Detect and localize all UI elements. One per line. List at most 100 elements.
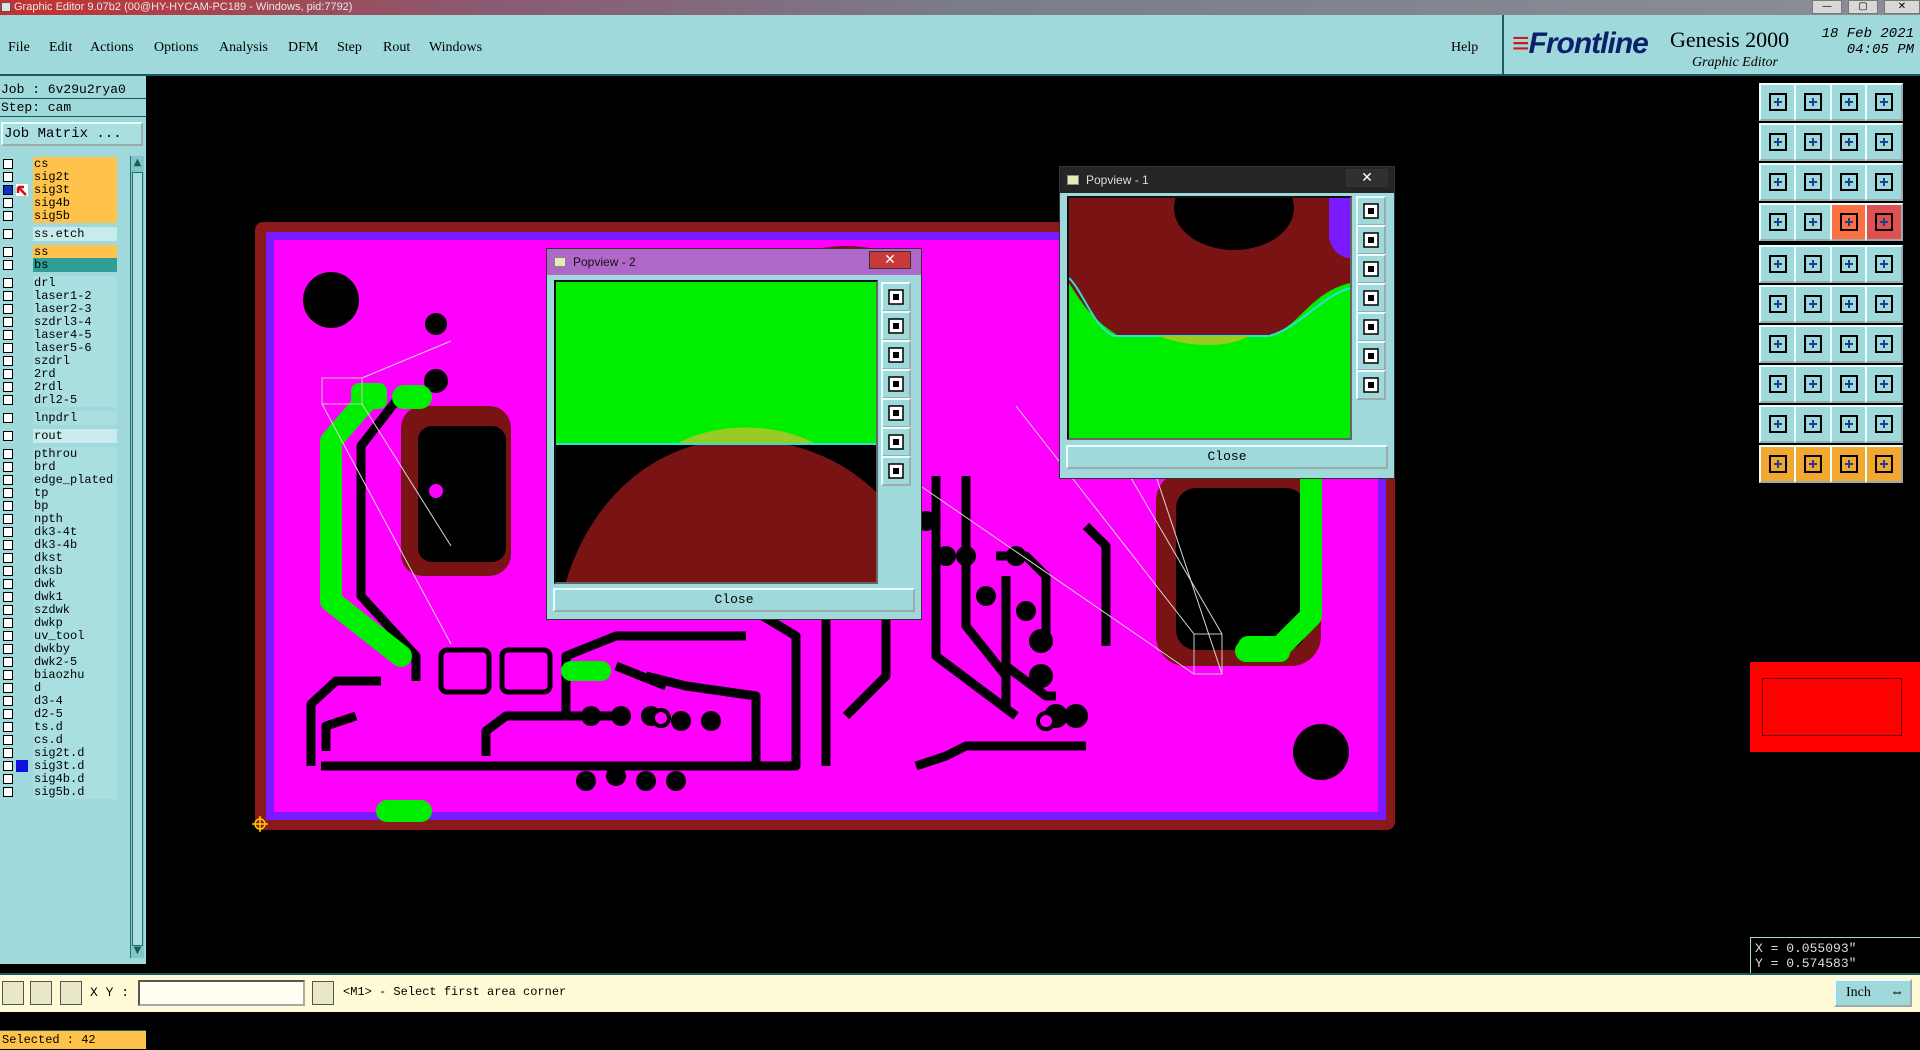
- menu-edit[interactable]: Edit: [49, 40, 72, 56]
- layer-checkbox[interactable]: [3, 304, 13, 314]
- snap-icon[interactable]: [1759, 203, 1797, 241]
- layers-display-icon[interactable]: [1830, 203, 1868, 241]
- menu-rout[interactable]: Rout: [383, 40, 410, 56]
- line-style-icon[interactable]: [1830, 245, 1868, 283]
- layer-name[interactable]: sig5b: [33, 209, 117, 223]
- menu-dfm[interactable]: DFM: [288, 40, 318, 56]
- close-window-button[interactable]: ✕: [1884, 0, 1920, 14]
- fit-selection-icon[interactable]: [881, 456, 911, 486]
- shape-a-icon[interactable]: [1830, 405, 1868, 443]
- pan-icon[interactable]: [1356, 283, 1386, 313]
- zoom-fit-icon[interactable]: [1356, 196, 1386, 226]
- arc-icon[interactable]: [1794, 245, 1832, 283]
- break-icon[interactable]: [1759, 365, 1797, 403]
- layer-checkbox[interactable]: [3, 657, 13, 667]
- scroll-tool-icon[interactable]: [1865, 83, 1903, 121]
- cross-icon[interactable]: [1830, 365, 1868, 403]
- layer-checkbox[interactable]: [3, 540, 13, 550]
- layer-checkbox[interactable]: [3, 475, 13, 485]
- layer-row[interactable]: drl2-5: [0, 392, 128, 408]
- layer-checkbox[interactable]: [3, 683, 13, 693]
- menu-analysis[interactable]: Analysis: [219, 40, 268, 56]
- zoom-in-icon[interactable]: [881, 311, 911, 341]
- layer-checkbox[interactable]: [3, 317, 13, 327]
- fit-selection-icon[interactable]: [1356, 370, 1386, 400]
- pan-icon[interactable]: [881, 369, 911, 399]
- center-icon[interactable]: [881, 398, 911, 428]
- center-icon[interactable]: [1794, 163, 1832, 201]
- pan-left-icon[interactable]: [1759, 123, 1797, 161]
- menu-actions[interactable]: Actions: [90, 40, 134, 56]
- zoom-out-icon[interactable]: [881, 340, 911, 370]
- layer-name[interactable]: lnpdrl: [33, 411, 117, 425]
- layer-checkbox[interactable]: [3, 413, 13, 423]
- layer-checkbox[interactable]: [3, 722, 13, 732]
- cross-icon[interactable]: [881, 427, 911, 457]
- layer-checkbox[interactable]: [3, 462, 13, 472]
- layer-checkbox[interactable]: [3, 185, 13, 195]
- info-icon[interactable]: [312, 981, 334, 1005]
- layer-checkbox[interactable]: [3, 592, 13, 602]
- zoom-out-icon[interactable]: [1794, 83, 1832, 121]
- menu-file[interactable]: File: [8, 40, 30, 56]
- measure-icon[interactable]: [30, 981, 52, 1005]
- layer-row[interactable]: lnpdrl: [0, 410, 128, 426]
- layer-name[interactable]: bs: [33, 258, 117, 272]
- popview-2-viewport[interactable]: [554, 280, 878, 584]
- layer-checkbox[interactable]: [3, 553, 13, 563]
- popview-2-titlebar[interactable]: Popview - 2 ✕: [547, 249, 921, 275]
- layer-checkbox[interactable]: [3, 514, 13, 524]
- layer-row[interactable]: sig5b: [0, 208, 128, 224]
- layer-checkbox[interactable]: [3, 735, 13, 745]
- grid-icon[interactable]: [60, 981, 82, 1005]
- layer-name[interactable]: drl2-5: [33, 393, 117, 407]
- job-matrix-button[interactable]: Job Matrix ...: [1, 122, 143, 146]
- layer-checkbox[interactable]: [3, 774, 13, 784]
- menu-help[interactable]: Help: [1451, 40, 1478, 56]
- pointer-multi-icon[interactable]: [1865, 445, 1903, 483]
- scroll-down-icon[interactable]: ▼: [131, 944, 144, 958]
- layer-checkbox[interactable]: [3, 260, 13, 270]
- layer-checkbox[interactable]: [3, 159, 13, 169]
- rotate-icon[interactable]: [1830, 325, 1868, 363]
- arrow-tool-icon[interactable]: [2, 981, 24, 1005]
- fit-width-icon[interactable]: [1830, 123, 1868, 161]
- popview-1-close-button[interactable]: Close: [1066, 445, 1388, 469]
- layer-row[interactable]: ss.etch: [0, 226, 128, 242]
- layer-checkbox[interactable]: [3, 229, 13, 239]
- popview-1-viewport[interactable]: [1067, 196, 1352, 440]
- popview-2-close-button[interactable]: Close: [553, 588, 915, 612]
- layer-checkbox[interactable]: [3, 787, 13, 797]
- layer-checkbox[interactable]: [3, 696, 13, 706]
- layer-checkbox[interactable]: [3, 211, 13, 221]
- copy-icon[interactable]: [1865, 365, 1903, 403]
- node-icon[interactable]: [1759, 285, 1797, 323]
- layer-checkbox[interactable]: [3, 356, 13, 366]
- menu-step[interactable]: Step: [337, 40, 362, 56]
- add-node-icon[interactable]: [1865, 285, 1903, 323]
- pan-right-icon[interactable]: [1794, 123, 1832, 161]
- triangle-open-icon[interactable]: [1794, 405, 1832, 443]
- layer-checkbox[interactable]: [3, 670, 13, 680]
- layer-checkbox[interactable]: [3, 488, 13, 498]
- menu-windows[interactable]: Windows: [429, 40, 482, 56]
- shape-b-icon[interactable]: [1865, 405, 1903, 443]
- redraw-icon[interactable]: [1865, 123, 1903, 161]
- layer-checkbox[interactable]: [3, 431, 13, 441]
- layer-checkbox[interactable]: [3, 369, 13, 379]
- layer-checkbox[interactable]: [3, 247, 13, 257]
- graphic-canvas[interactable]: [146, 76, 1748, 973]
- home-icon[interactable]: [1830, 83, 1868, 121]
- layer-checkbox[interactable]: [3, 330, 13, 340]
- triangle-icon[interactable]: [1759, 405, 1797, 443]
- layer-checkbox[interactable]: [3, 579, 13, 589]
- segment-icon[interactable]: [1794, 365, 1832, 403]
- layer-checkbox[interactable]: [3, 198, 13, 208]
- layer-name[interactable]: rout: [33, 429, 117, 443]
- layer-checkbox[interactable]: [3, 343, 13, 353]
- overview-preview[interactable]: [1750, 662, 1920, 752]
- layer-scrollbar[interactable]: ▲ ▼: [130, 156, 144, 958]
- pcb-board-view[interactable]: [146, 76, 1748, 973]
- zoom-in-icon[interactable]: [1759, 83, 1797, 121]
- layer-row[interactable]: bs: [0, 257, 128, 273]
